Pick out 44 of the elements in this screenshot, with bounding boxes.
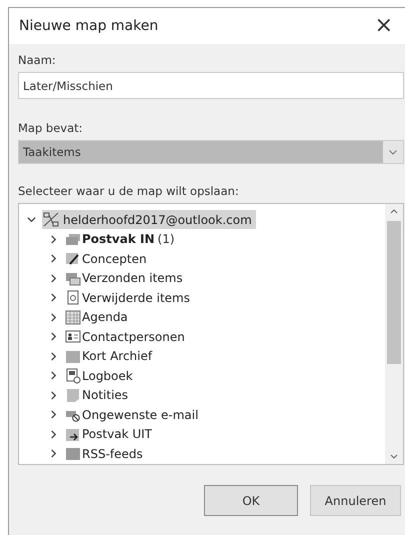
chevron-icon[interactable] — [49, 352, 58, 361]
cancel-button[interactable]: Annuleren — [310, 485, 401, 516]
window-title: Nieuwe map maken — [19, 18, 158, 34]
chevron-icon[interactable] — [27, 215, 36, 224]
field-label: Selecteer waar u de map wilt opslaan: — [18, 184, 239, 198]
chevron-icon[interactable] — [49, 312, 58, 322]
chevron-icon[interactable] — [49, 410, 58, 420]
field-label: Map bevat: — [18, 121, 83, 135]
chevron-icon[interactable] — [49, 332, 58, 342]
chevron-icon[interactable] — [49, 430, 58, 439]
tree-item[interactable]: Verwijderde items — [82, 290, 194, 306]
scroll-thumb[interactable] — [387, 221, 401, 364]
name-field[interactable]: Later/Misschien — [18, 72, 404, 99]
ok-button[interactable]: OK — [204, 485, 298, 516]
tree-item[interactable]: Concepten — [82, 250, 151, 267]
close-button[interactable]: × — [368, 15, 399, 37]
tree-item[interactable]: Kort Archief — [82, 348, 156, 364]
calendar-icon — [64, 308, 82, 326]
tree-item[interactable]: Verzonden items — [82, 270, 187, 286]
tree-item[interactable]: Notities — [82, 387, 132, 404]
chevron-icon[interactable] — [49, 371, 58, 380]
tree-item[interactable]: Ongewenste e-mail — [82, 406, 202, 423]
note-icon — [64, 386, 82, 404]
tree-item[interactable]: Logboek — [82, 368, 137, 384]
chevron-icon[interactable] — [49, 390, 58, 400]
chevron-icon[interactable] — [49, 293, 58, 302]
tree-item[interactable]: Postvak UIT — [82, 426, 156, 442]
chevron-icon[interactable] — [49, 234, 58, 244]
chevron-icon[interactable] — [49, 254, 58, 264]
chevron-icon[interactable] — [49, 449, 58, 458]
account-icon — [42, 211, 60, 228]
tree-item[interactable]: RSS-feeds — [82, 446, 147, 462]
caret-icon — [389, 150, 397, 154]
folder-type-dropdown[interactable]: Taakitems — [18, 140, 404, 164]
tree-item[interactable]: Agenda — [82, 309, 132, 326]
tree-item[interactable]: Contactpersonen — [82, 328, 189, 345]
tree-item[interactable]: Postvak IN (1) — [82, 231, 179, 248]
scrollbar[interactable] — [385, 204, 403, 464]
folder-icon — [64, 445, 82, 462]
tree-item[interactable]: helderhoofd2017@outlook.com — [42, 210, 256, 230]
field-label: Naam: — [18, 53, 56, 67]
journal-clock-icon — [64, 367, 82, 384]
chevron-icon[interactable] — [49, 274, 58, 283]
contact-card-icon — [64, 328, 82, 346]
